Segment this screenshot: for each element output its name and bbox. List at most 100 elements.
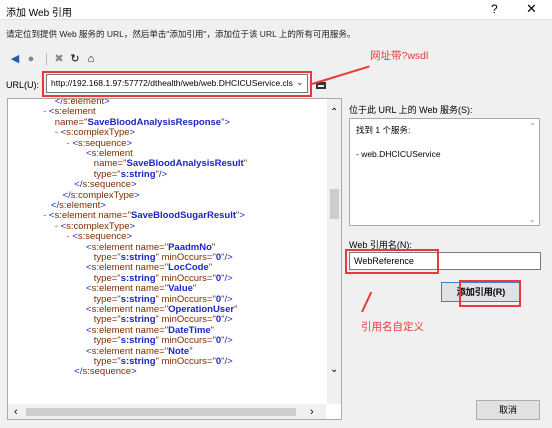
xml-token: ": [208, 262, 213, 274]
name-annotation-arrow: [361, 291, 373, 313]
web-reference-label: Web 引用名(N):: [349, 240, 412, 250]
xml-token: " minOccurs=": [155, 335, 216, 347]
xml-token: />: [224, 356, 233, 367]
xml-token: PaadmNo: [168, 241, 212, 253]
add-reference-button[interactable]: 添加引用(R): [441, 282, 521, 302]
xml-token: >: [104, 99, 110, 107]
close-button[interactable]: ✕: [526, 1, 537, 17]
xml-token: type=": [93, 314, 121, 326]
xml-token: />: [224, 314, 233, 326]
xml-token: >: [131, 179, 137, 191]
xml-token: s:element: [91, 148, 133, 159]
scroll-thumb[interactable]: [330, 189, 339, 219]
xml-token: s:element: [59, 200, 101, 211]
xml-token: </: [62, 189, 71, 201]
xml-token: </: [50, 200, 60, 211]
xml-token: " minOccurs=": [155, 272, 216, 284]
horizontal-scrollbar[interactable]: ‹ ›: [8, 404, 326, 419]
xml-token: s:string: [120, 252, 156, 263]
list-scroll-down-icon[interactable]: ⌄: [529, 215, 536, 224]
xml-token: Note: [168, 345, 190, 357]
xml-token: SaveBloodSugarResult: [130, 210, 237, 222]
home-icon[interactable]: ⌂: [84, 52, 98, 66]
xml-token: type=": [93, 356, 121, 367]
xml-token: " minOccurs=": [155, 293, 216, 305]
xml-token: >: [100, 200, 106, 211]
xml-token: >: [129, 127, 136, 139]
xml-token: >: [239, 210, 245, 222]
scroll-right-icon[interactable]: ›: [310, 406, 314, 418]
scroll-left-icon[interactable]: ‹: [14, 406, 18, 418]
xml-token: name=": [54, 116, 88, 128]
chevron-down-icon[interactable]: ⌄: [296, 77, 304, 88]
xml-token: >: [129, 220, 136, 232]
xml-token: s:string: [120, 293, 156, 305]
xml-token: s:element: [91, 345, 136, 357]
xml-token: />: [224, 252, 233, 263]
xml-token: s:string: [120, 356, 156, 367]
window-title: 添加 Web 引用: [6, 8, 72, 19]
xml-content: </s:element> - <s:element name="SaveBloodA…: [8, 99, 326, 404]
xml-token: s:element: [91, 283, 136, 295]
xml-token: >: [126, 137, 133, 149]
service-item[interactable]: - web.DHCICUService: [356, 149, 441, 159]
list-scroll-up-icon[interactable]: ⌃: [529, 122, 536, 131]
scroll-up-icon[interactable]: ⌃: [330, 107, 338, 118]
vertical-scrollbar[interactable]: ⌃ ⌄: [327, 99, 341, 404]
xml-token: >: [126, 231, 133, 243]
scroll-down-icon[interactable]: ⌄: [330, 364, 338, 375]
xml-token: />: [224, 272, 233, 284]
forward-icon[interactable]: ●: [24, 52, 38, 66]
services-label: 位于此 URL 上的 Web 服务(S):: [349, 105, 473, 115]
xml-token: s:sequence: [77, 137, 127, 149]
url-input[interactable]: http://192.168.1.97:57772/dthealth/web/w…: [46, 74, 308, 93]
stop-icon[interactable]: ✖: [52, 52, 66, 66]
xml-token: name=": [135, 324, 169, 336]
xml-token: name=": [135, 304, 169, 315]
xml-token: ": [210, 324, 215, 336]
refresh-icon[interactable]: ↻: [68, 52, 82, 66]
xml-line: </s:sequence>: [74, 367, 136, 377]
xml-preview-panel[interactable]: </s:element> - <s:element name="SaveBloodA…: [7, 98, 342, 420]
xml-token: />: [158, 168, 168, 180]
xml-token: type=": [93, 168, 121, 180]
xml-token: ": [192, 283, 197, 295]
xml-token: s:string: [120, 272, 156, 284]
xml-token: s:element: [91, 304, 136, 315]
xml-token: s:element: [91, 241, 136, 253]
xml-token: SaveBloodAnalysisResponse: [87, 116, 222, 128]
xml-token: Value: [168, 283, 193, 295]
xml-token: s:element: [54, 106, 96, 118]
xml-token: s:element: [91, 324, 136, 336]
xml-token: s:element: [91, 262, 136, 274]
xml-token: ": [189, 345, 193, 357]
xml-token: s:sequence: [82, 366, 132, 378]
title-bar: 添加 Web 引用 ? ✕: [0, 0, 552, 20]
xml-token: SaveBloodAnalysisResult: [126, 158, 244, 170]
xml-token: " minOccurs=": [155, 356, 216, 367]
xml-token: />: [224, 293, 233, 305]
xml-token: type=": [93, 252, 121, 263]
xml-token: s:complexType: [66, 220, 130, 232]
xml-token: >: [224, 116, 230, 128]
xml-token: type=": [93, 335, 121, 347]
xml-token: s:string: [120, 314, 156, 326]
hscroll-thumb[interactable]: [26, 408, 296, 416]
help-button[interactable]: ?: [491, 2, 498, 16]
xml-token: " minOccurs=": [155, 314, 216, 326]
cancel-button[interactable]: 取消: [476, 400, 540, 420]
url-annotation: 网址带?wsdl: [370, 50, 429, 62]
xml-token: type=": [93, 293, 121, 305]
web-reference-input[interactable]: WebReference: [349, 252, 541, 270]
xml-token: type=": [93, 272, 121, 284]
xml-token: s:complexType: [70, 189, 135, 201]
xml-token: name=": [135, 262, 169, 274]
xml-token: OperationUser: [168, 304, 235, 315]
xml-token: name=": [135, 345, 169, 357]
name-annotation: 引用名自定义: [361, 321, 424, 333]
back-icon[interactable]: ◀: [8, 52, 22, 66]
xml-token: " minOccurs=": [155, 252, 216, 263]
xml-token: />: [224, 335, 233, 347]
xml-token: name=": [135, 283, 169, 295]
services-list[interactable]: 找到 1 个服务: - web.DHCICUService ⌃ ⌄: [349, 118, 540, 226]
